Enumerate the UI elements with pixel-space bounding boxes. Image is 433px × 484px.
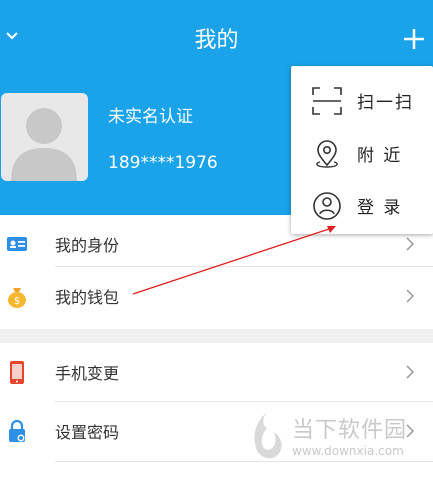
watermark-text: 当下软件园 [292,418,408,443]
watermark: 当下软件园 www.downxia.com [246,408,426,468]
watermark-url: www.downxia.com [292,444,404,458]
watermark-logo-icon [254,412,282,459]
